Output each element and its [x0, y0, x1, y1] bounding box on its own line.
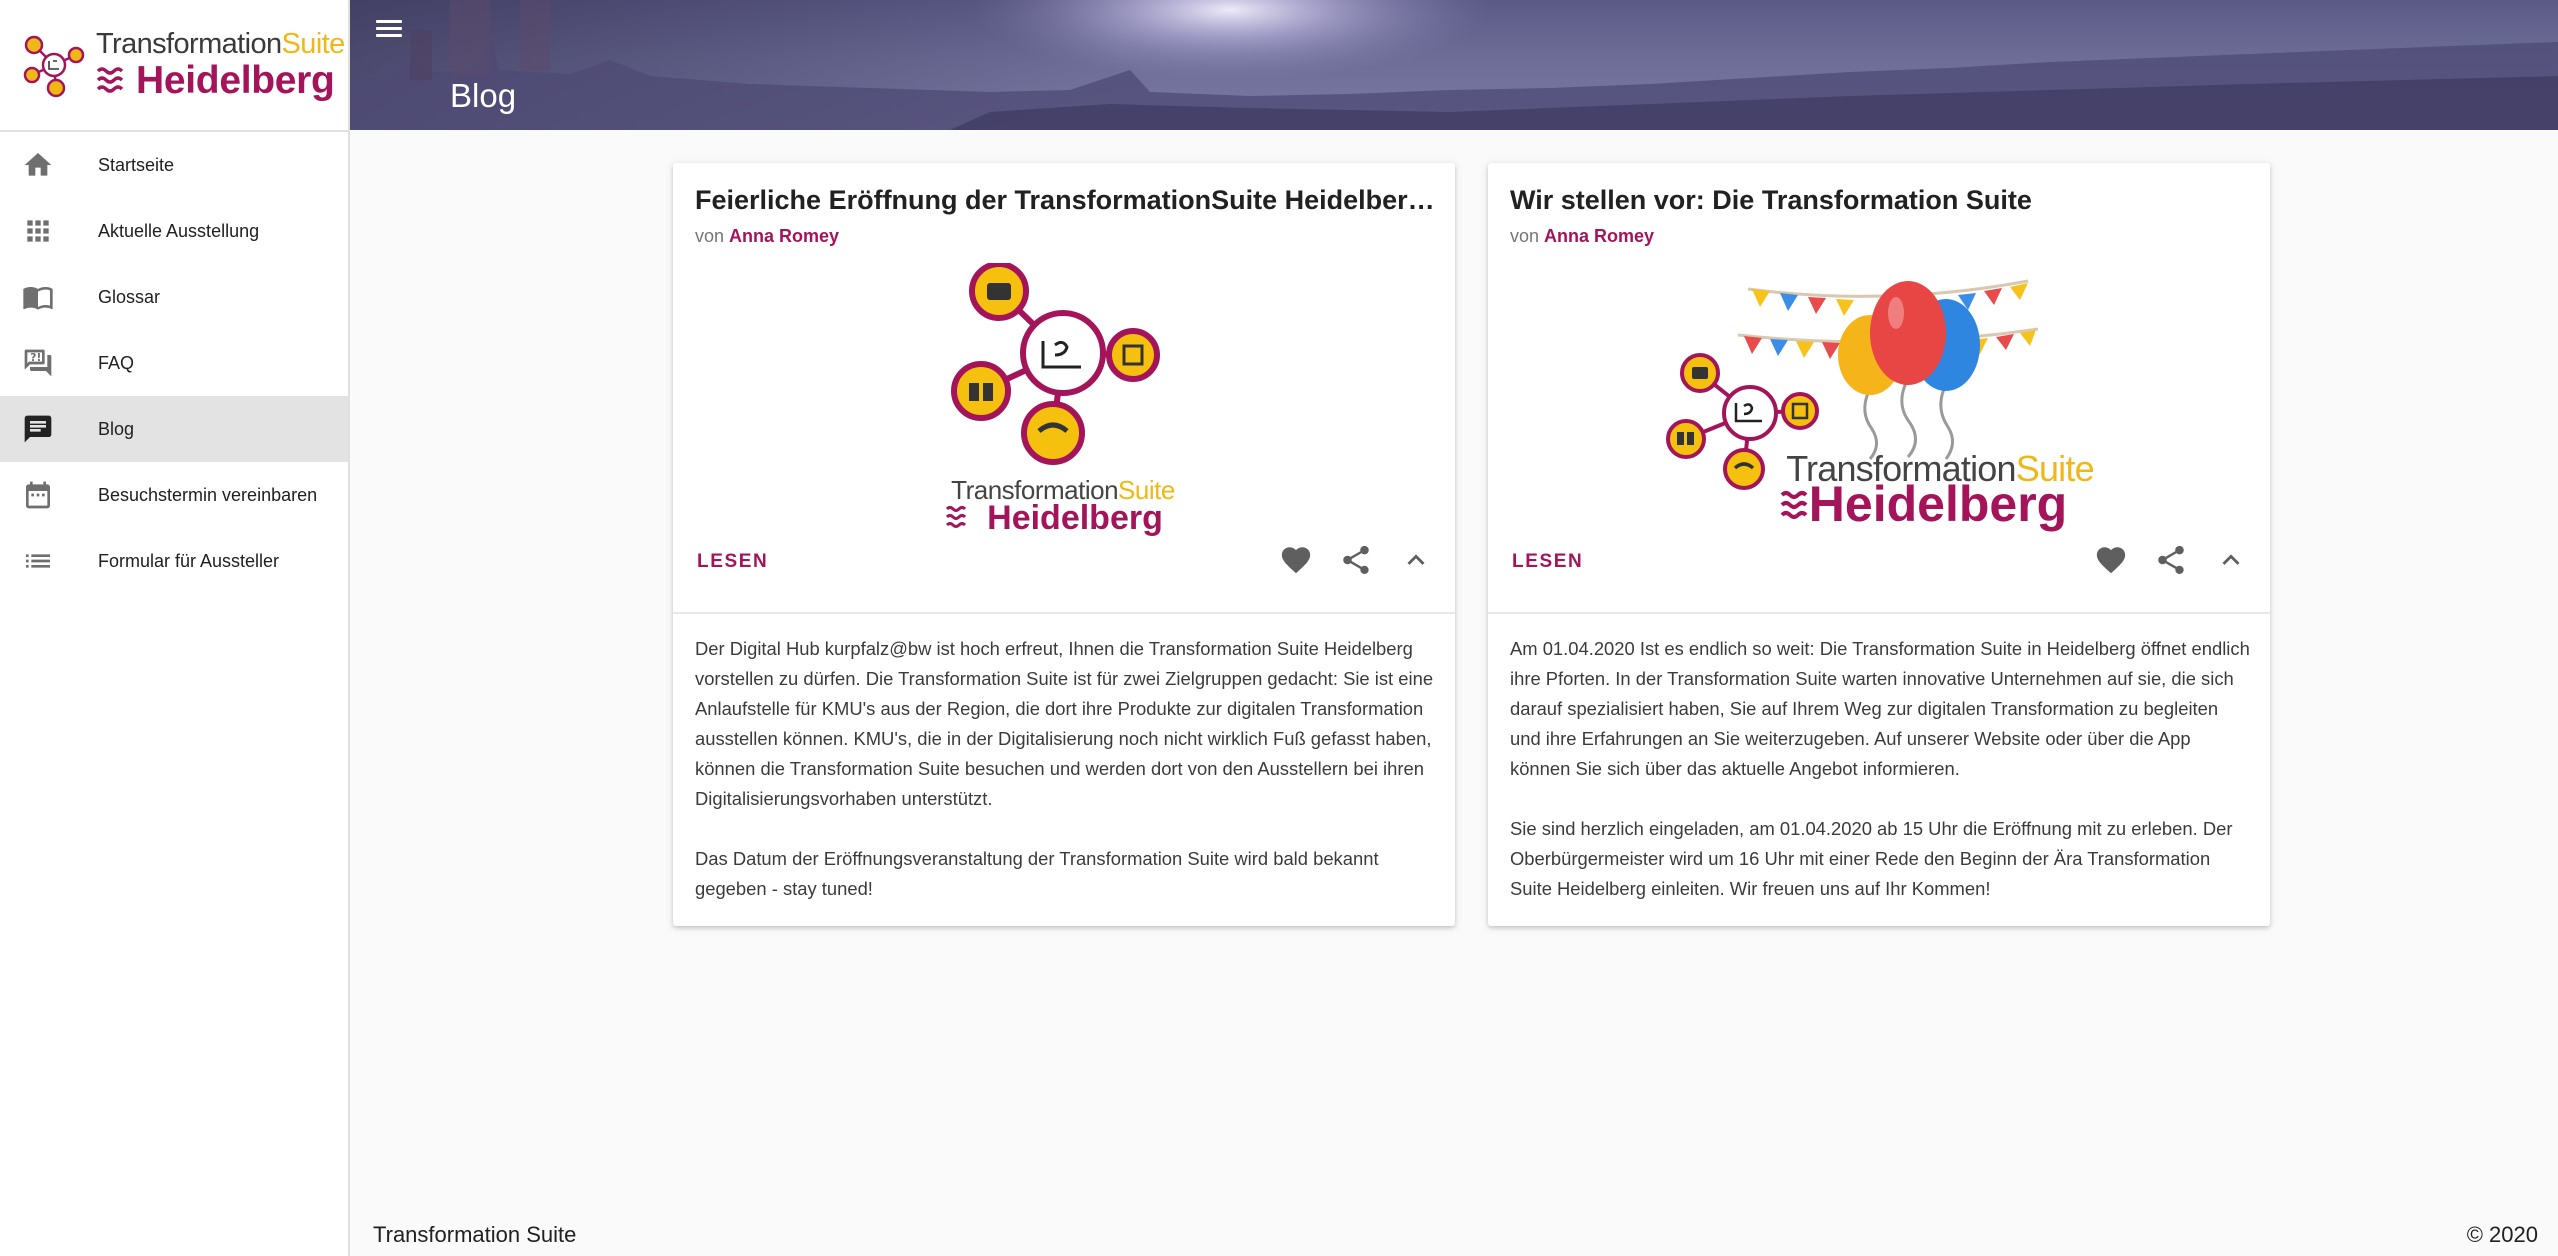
post-title: Feierliche Eröffnung der TransformationS… [695, 185, 1435, 215]
footer-brand: Transformation Suite [373, 1222, 577, 1247]
blog-post-card: Feierliche Eröffnung der TransformationS… [673, 163, 1455, 926]
page-title: Blog [450, 77, 517, 114]
post-actions: LESEN [1488, 543, 2270, 613]
logo-wordmark-top: TransformationSuite [96, 28, 345, 60]
sidebar-item-label: Blog [98, 418, 135, 439]
sidebar-item-faq[interactable]: ?! FAQ [0, 330, 348, 396]
menu-icon [372, 20, 406, 37]
sidebar-item-besuchstermin[interactable]: Besuchstermin vereinbaren [0, 462, 348, 528]
footer-copyright: © 2020 [2466, 1222, 2538, 1247]
sidebar-item-formular-aussteller[interactable]: Formular für Aussteller [0, 528, 348, 594]
transformationsuite-logo-image: TransformationSuite Heidelberg [945, 263, 1175, 537]
home-icon [24, 153, 52, 176]
sidebar-item-aktuelle-ausstellung[interactable]: Aktuelle Ausstellung [0, 198, 348, 264]
sidebar-item-label: Startseite [98, 154, 175, 175]
chevron-up-icon[interactable] [2214, 543, 2248, 577]
svg-text:Heidelberg: Heidelberg [1809, 476, 2067, 532]
sidebar-item-glossar[interactable]: Glossar [0, 264, 348, 330]
sidebar: TransformationSuite Heidelberg Startseit… [0, 0, 350, 1256]
party-balloons-logo-image: TransformationSuite Heidelberg [1666, 279, 2095, 532]
author-prefix: von [695, 226, 725, 246]
post-author: von Anna Romey [1510, 226, 1654, 247]
author-name[interactable]: Anna Romey [1544, 226, 1654, 246]
sidebar-item-label: Formular für Aussteller [98, 550, 280, 571]
heart-icon[interactable] [2094, 543, 2128, 577]
sidebar-item-label: FAQ [98, 352, 135, 373]
apps-grid-icon [27, 220, 49, 242]
app-header: Blog [350, 0, 2558, 130]
post-paragraph: Das Datum der Eröffnungsveranstaltung de… [695, 848, 1379, 899]
sidebar-nav: Startseite Aktuelle Ausstellung Glossar … [0, 132, 348, 594]
post-body: Der Digital Hub kurpfalz@bw ist hoch erf… [695, 634, 1435, 904]
post-paragraph: Sie sind herzlich eingeladen, am 01.04.2… [1510, 818, 2233, 899]
question-chat-icon: ?! [24, 349, 52, 377]
share-icon[interactable] [1339, 543, 1373, 577]
read-button[interactable]: LESEN [697, 551, 768, 573]
chevron-up-icon[interactable] [1399, 543, 1433, 577]
sidebar-item-label: Aktuelle Ausstellung [98, 220, 260, 241]
sidebar-item-blog[interactable]: Blog [0, 396, 348, 462]
post-title: Wir stellen vor: Die Transformation Suit… [1510, 185, 2032, 215]
chat-message-icon [24, 415, 52, 443]
sidebar-item-startseite[interactable]: Startseite [0, 132, 348, 198]
sidebar-item-label: Glossar [98, 286, 161, 307]
svg-text:?!: ?! [30, 351, 41, 364]
post-author: von Anna Romey [695, 226, 839, 247]
post-actions: LESEN [673, 543, 1455, 613]
card-divider [673, 612, 1455, 614]
logo-wordmark-bottom: Heidelberg [136, 59, 335, 102]
heart-icon[interactable] [1279, 543, 1313, 577]
menu-button[interactable] [372, 16, 406, 46]
sidebar-item-label: Besuchstermin vereinbaren [98, 484, 318, 505]
post-paragraph: Der Digital Hub kurpfalz@bw ist hoch erf… [695, 638, 1434, 809]
author-prefix: von [1510, 226, 1540, 246]
wave-emblem-icon [96, 66, 124, 93]
brand-logo[interactable]: TransformationSuite Heidelberg [0, 0, 348, 132]
share-icon[interactable] [2154, 543, 2188, 577]
header-background-image [350, 0, 2558, 130]
post-paragraph: Am 01.04.2020 Ist es endlich so weit: Di… [1510, 638, 2250, 779]
list-form-icon [26, 554, 50, 568]
blog-post-card: Wir stellen vor: Die Transformation Suit… [1488, 163, 2270, 926]
calendar-icon [26, 481, 50, 509]
card-divider [1488, 612, 2270, 614]
read-button[interactable]: LESEN [1512, 551, 1583, 573]
author-name[interactable]: Anna Romey [729, 226, 839, 246]
logo-network-icon [23, 35, 85, 98]
open-book-icon [23, 287, 53, 310]
svg-text:Heidelberg: Heidelberg [987, 499, 1163, 537]
post-body: Am 01.04.2020 Ist es endlich so weit: Di… [1510, 634, 2250, 904]
